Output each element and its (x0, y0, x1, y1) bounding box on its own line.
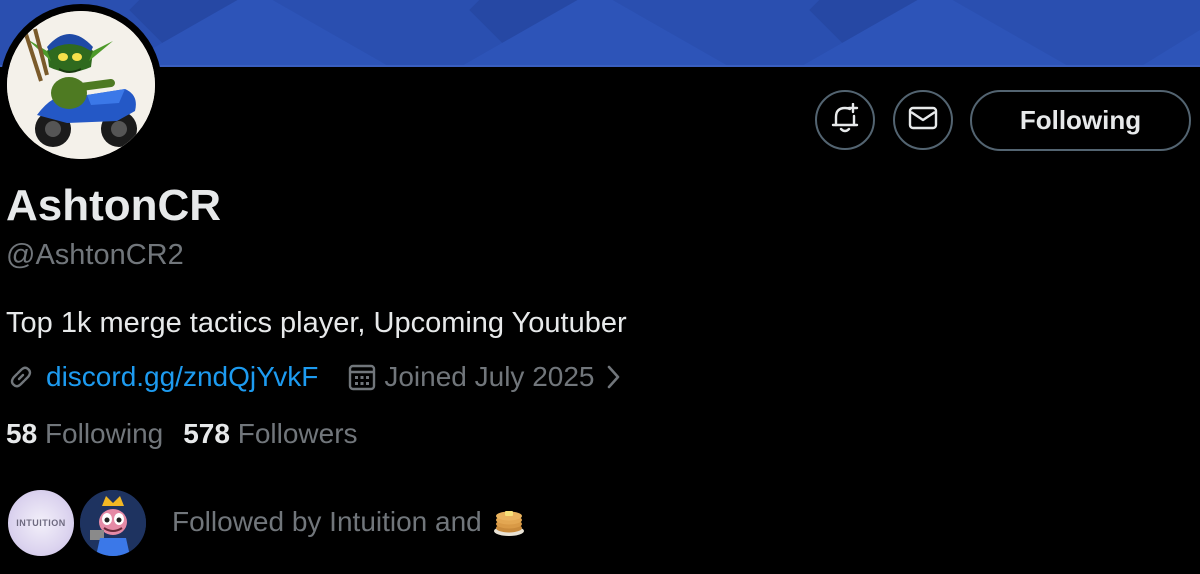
following-button[interactable]: Following (970, 90, 1191, 151)
following-label: Following (44, 418, 164, 449)
message-button[interactable] (893, 90, 953, 150)
profile-bio: Top 1k merge tactics player, Upcoming Yo… (6, 307, 627, 339)
profile-banner[interactable] (0, 0, 1200, 67)
mail-icon (908, 106, 938, 135)
intuition-avatar[interactable]: INTUITION (6, 488, 76, 558)
bell-plus-icon (831, 102, 859, 138)
followers-label: Followers (237, 418, 358, 449)
profile-website-link[interactable]: discord.gg/zndQjYvkF (46, 361, 318, 393)
followers-count: 578 (183, 418, 230, 449)
followed-by-text: Followed by Intuition and (172, 506, 482, 537)
calendar-icon (348, 363, 376, 391)
link-icon (6, 362, 36, 392)
display-name: AshtonCR (6, 181, 222, 230)
banner-pattern (0, 0, 1200, 67)
pancake-emoji-icon (492, 506, 526, 538)
notification-bell-button[interactable] (815, 90, 875, 150)
followers-count-link[interactable]: 578 Followers (183, 418, 357, 449)
followed-by-text-row[interactable]: Followed by Intuition and (172, 502, 526, 542)
user-handle: @AshtonCR2 (6, 239, 184, 271)
profile-avatar[interactable] (0, 4, 162, 166)
chevron-right-icon[interactable] (605, 364, 621, 390)
following-count: 58 (6, 418, 38, 449)
intuition-avatar-text: INTUITION (16, 518, 66, 528)
joined-date: Joined July 2025 (384, 361, 595, 392)
profile-meta-row: discord.gg/zndQjYvkF Joined July 2025 (6, 357, 621, 397)
goblin-motorcycle-avatar-image (7, 11, 155, 159)
follower-avatar-crowned[interactable] (78, 488, 148, 558)
following-count-link[interactable]: 58 Following (6, 418, 163, 449)
follow-counts: 58 Following 578 Followers (6, 414, 358, 454)
